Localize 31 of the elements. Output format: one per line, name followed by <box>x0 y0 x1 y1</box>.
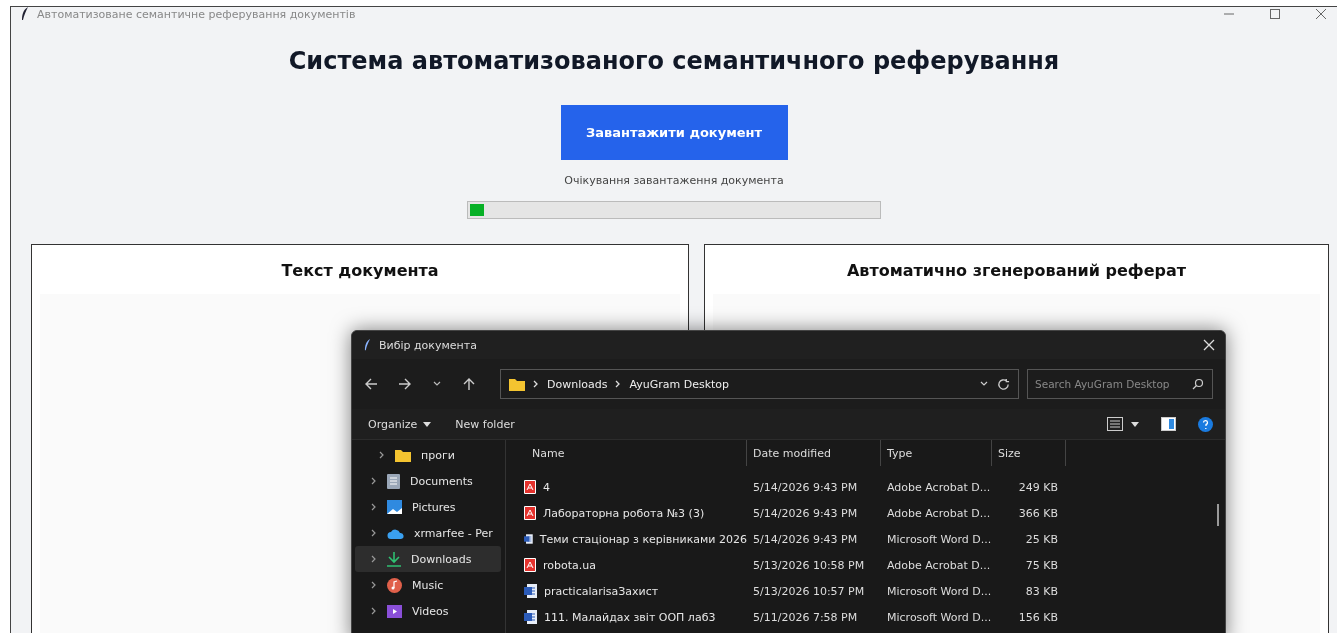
file-date: 5/14/2026 9:43 PM <box>752 532 859 546</box>
file-date: 5/13/2026 10:57 PM <box>752 584 866 598</box>
file-type: Adobe Acrobat D... <box>886 558 992 572</box>
sidebar-label: Documents <box>410 474 473 488</box>
file-size: 25 KB <box>1024 532 1059 546</box>
sidebar-label: Music <box>412 578 444 592</box>
panel-title: Автоматично згенерований реферат <box>845 260 1188 282</box>
status-text: Очікування завантаження документа <box>564 174 784 187</box>
dialog-title: Вибір документа <box>379 338 477 352</box>
file-size: 75 KB <box>1024 558 1059 572</box>
file-size: 156 KB <box>1017 610 1059 624</box>
sidebar-label: Downloads <box>411 552 472 566</box>
app-heading: Система автоматизованого семантичного реферування <box>288 47 1060 75</box>
sidebar-label: xrmarfee - Per <box>414 526 493 540</box>
file-type: Microsoft Word D... <box>886 610 992 624</box>
file-size: 366 KB <box>1017 506 1059 520</box>
file-type: Microsoft Word D... <box>886 532 992 546</box>
file-date: 5/14/2026 9:43 PM <box>752 506 859 520</box>
file-size: 249 KB <box>1017 480 1059 494</box>
file-type: Adobe Acrobat D... <box>886 506 992 520</box>
file-date: 5/14/2026 9:43 PM <box>752 480 859 494</box>
window-title: Автоматизоване семантичне реферування документів <box>37 7 356 21</box>
sidebar-label: Videos <box>412 604 449 618</box>
sidebar-label: проги <box>421 448 455 462</box>
file-type: Microsoft Word D... <box>886 584 992 598</box>
panel-title: Текст документа <box>280 260 440 282</box>
file-date: 5/11/2026 7:58 PM <box>752 610 859 624</box>
file-size: 83 KB <box>1024 584 1059 598</box>
file-type: Adobe Acrobat D... <box>886 480 992 494</box>
file-date: 5/13/2026 10:58 PM <box>752 558 866 572</box>
sidebar-label: Pictures <box>412 500 456 514</box>
